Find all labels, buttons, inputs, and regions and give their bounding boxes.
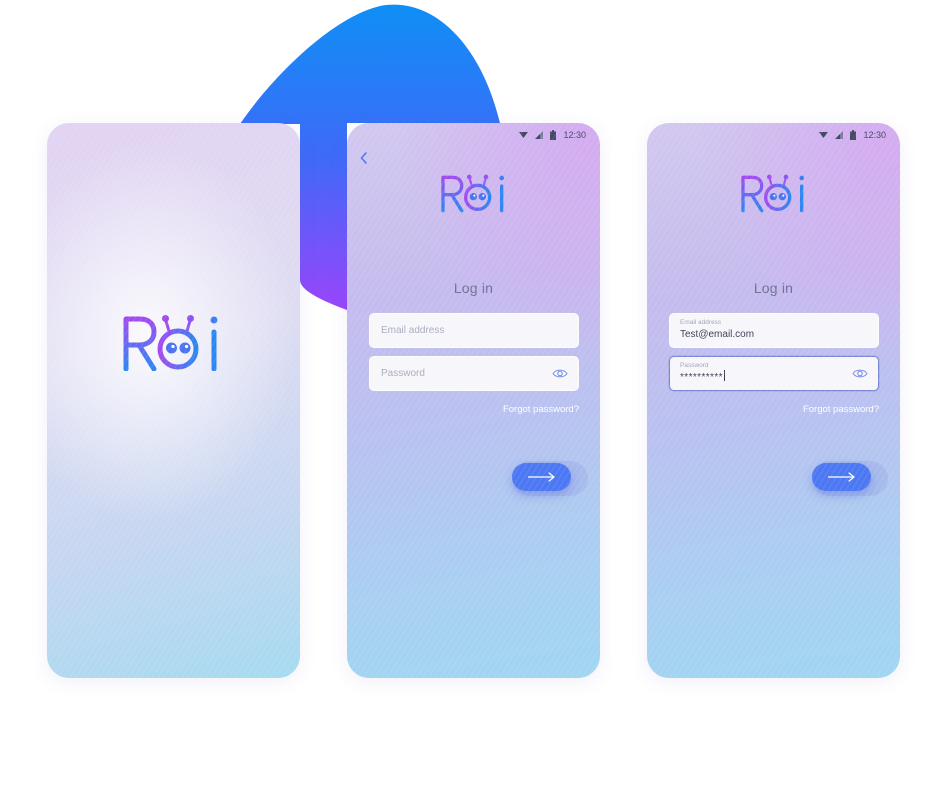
eye-icon[interactable] <box>552 368 568 379</box>
password-value-wrap: ********** <box>680 370 725 383</box>
splash-screen <box>47 123 300 678</box>
email-value: Test@email.com <box>680 329 755 340</box>
forgot-password-link[interactable]: Forgot password? <box>503 404 579 415</box>
text-caret <box>723 370 725 381</box>
battery-icon <box>850 130 857 140</box>
login-title: Log in <box>453 280 494 296</box>
email-label: Email address <box>680 319 722 326</box>
password-value: ********** <box>680 372 723 383</box>
login-screen-empty: 12:30 Log in Email address Password Forg… <box>347 123 600 678</box>
forgot-password-link[interactable]: Forgot password? <box>803 404 879 415</box>
signal-icon <box>835 131 844 139</box>
email-field[interactable]: Email address <box>369 313 579 348</box>
email-field[interactable]: Email address Test@email.com <box>669 313 879 348</box>
submit-button[interactable] <box>812 463 871 491</box>
status-time: 12:30 <box>863 130 886 140</box>
email-placeholder: Email address <box>381 325 445 336</box>
eye-icon[interactable] <box>852 368 868 379</box>
password-placeholder: Password <box>381 368 425 379</box>
password-label: Password <box>680 362 709 369</box>
login-title: Log in <box>753 280 794 296</box>
status-time: 12:30 <box>563 130 586 140</box>
arrow-right-icon <box>828 472 855 482</box>
password-field[interactable]: Password <box>369 356 579 391</box>
login-screen-filled: 12:30 Log in Email address Test@email.co… <box>647 123 900 678</box>
submit-button[interactable] <box>512 463 571 491</box>
password-field[interactable]: Password ********** <box>669 356 879 391</box>
status-bar: 12:30 <box>519 128 586 142</box>
signal-icon <box>535 131 544 139</box>
roi-logo <box>439 171 511 213</box>
wifi-icon <box>519 132 529 138</box>
arrow-right-icon <box>528 472 555 482</box>
chevron-left-icon[interactable] <box>359 151 369 165</box>
roi-logo <box>739 171 811 213</box>
status-bar: 12:30 <box>819 128 886 142</box>
battery-icon <box>550 130 557 140</box>
wifi-icon <box>819 132 829 138</box>
roi-logo <box>120 311 228 371</box>
